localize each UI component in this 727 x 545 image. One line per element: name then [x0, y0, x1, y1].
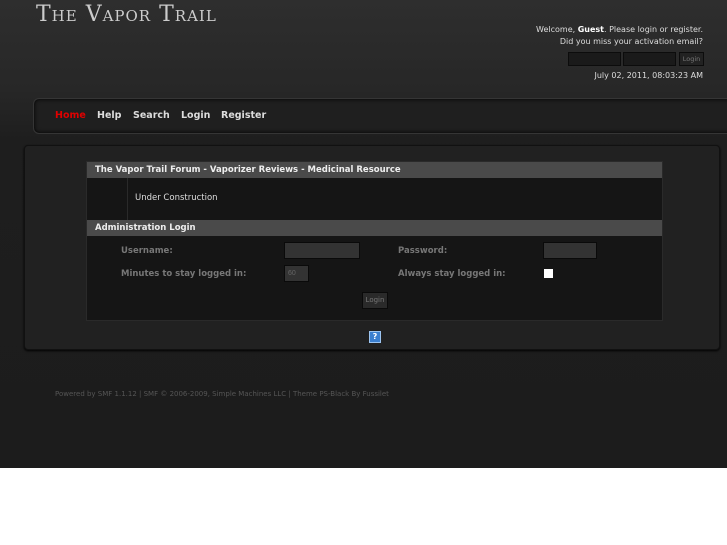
welcome-text: Welcome, [536, 25, 578, 34]
nav-home[interactable]: Home [55, 110, 86, 121]
always-checkbox[interactable] [544, 269, 553, 278]
main-nav: Home Help Search Login Register [33, 98, 727, 134]
welcome-box: Welcome, Guest. Please login or register… [536, 24, 703, 48]
board-table: The Vapor Trail Forum - Vaporizer Review… [86, 161, 663, 321]
activation-link[interactable]: Did you miss your activation email? [536, 36, 703, 48]
divider [127, 178, 128, 220]
page-background: The Vapor Trail Welcome, Guest. Please l… [0, 0, 727, 468]
quick-login-button[interactable]: Login [679, 52, 704, 66]
board-title: The Vapor Trail Forum - Vaporizer Review… [87, 162, 662, 178]
username: Guest [577, 25, 604, 34]
nav-search[interactable]: Search [133, 110, 170, 121]
minutes-label: Minutes to stay logged in: [121, 269, 247, 279]
welcome-suffix[interactable]: . Please login or register. [604, 25, 703, 34]
username-input[interactable] [284, 242, 360, 259]
password-input[interactable] [543, 242, 597, 259]
minutes-input[interactable] [284, 265, 309, 282]
nav-login[interactable]: Login [181, 110, 210, 121]
password-label: Password: [398, 246, 448, 256]
help-icon[interactable]: ? [369, 331, 381, 343]
current-date: July 02, 2011, 08:03:23 AM [594, 71, 704, 80]
always-label: Always stay logged in: [398, 269, 506, 279]
footer-text: Powered by SMF 1.1.12 | SMF © 2006-2009,… [55, 390, 389, 398]
quick-password-input[interactable] [623, 52, 676, 66]
site-logo[interactable]: The Vapor Trail [36, 2, 217, 27]
nav-help[interactable]: Help [97, 110, 121, 121]
username-label: Username: [121, 246, 173, 256]
quick-username-input[interactable] [568, 52, 621, 66]
login-button[interactable]: Login [362, 292, 388, 309]
board-message: Under Construction [135, 193, 218, 203]
nav-register[interactable]: Register [221, 110, 266, 121]
login-title: Administration Login [87, 220, 662, 236]
logo-text: The Vapor Trail [36, 2, 217, 27]
